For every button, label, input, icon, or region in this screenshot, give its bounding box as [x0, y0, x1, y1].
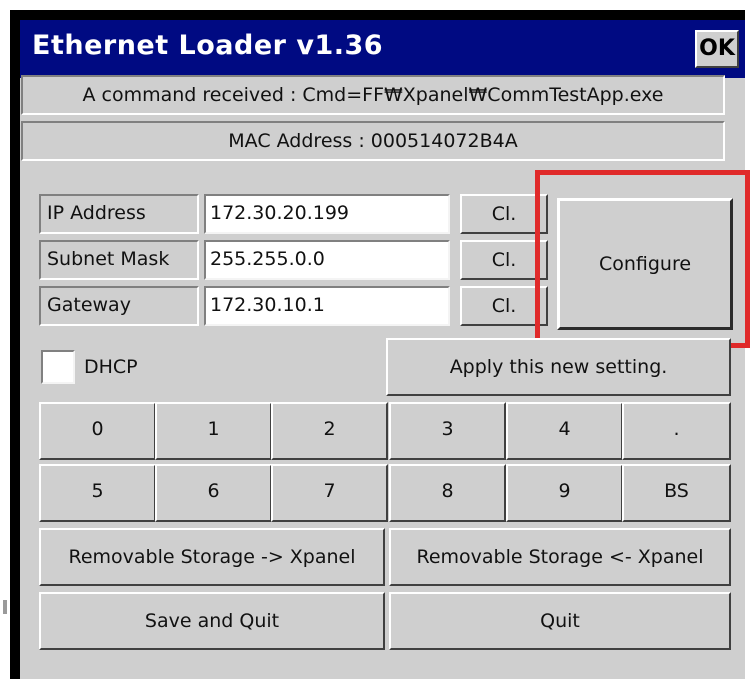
key-2[interactable]: 2	[271, 402, 388, 460]
gateway-field[interactable]: 172.30.10.1	[204, 286, 450, 326]
quit-button[interactable]: Quit	[389, 592, 731, 650]
dhcp-checkbox[interactable]	[41, 350, 75, 384]
ip-address-field[interactable]: 172.30.20.199	[204, 194, 450, 234]
key-6[interactable]: 6	[155, 464, 272, 522]
storage-from-xpanel-button[interactable]: Removable Storage <- Xpanel	[389, 528, 731, 586]
gateway-label: Gateway	[39, 286, 199, 326]
mac-address-display: MAC Address : 000514072B4A	[21, 121, 725, 161]
key-7[interactable]: 7	[271, 464, 388, 522]
key-dot[interactable]: .	[622, 402, 731, 460]
title-bar: Ethernet Loader v1.36 OK	[20, 20, 745, 78]
dhcp-label: DHCP	[84, 356, 138, 378]
key-1[interactable]: 1	[155, 402, 272, 460]
key-3[interactable]: 3	[389, 402, 506, 460]
subnet-mask-field[interactable]: 255.255.0.0	[204, 240, 450, 280]
key-backspace[interactable]: BS	[622, 464, 731, 522]
key-0[interactable]: 0	[39, 402, 156, 460]
key-5[interactable]: 5	[39, 464, 156, 522]
key-4[interactable]: 4	[506, 402, 623, 460]
subnet-mask-label: Subnet Mask	[39, 240, 199, 280]
ok-button[interactable]: OK	[695, 30, 739, 68]
save-and-quit-button[interactable]: Save and Quit	[39, 592, 385, 650]
storage-to-xpanel-button[interactable]: Removable Storage -> Xpanel	[39, 528, 385, 586]
highlight-box	[535, 170, 750, 348]
ip-address-label: IP Address	[39, 194, 199, 234]
window-title: Ethernet Loader v1.36	[32, 30, 384, 61]
status-message: A command received : Cmd=FF₩Xpanel₩CommT…	[21, 75, 725, 115]
key-9[interactable]: 9	[506, 464, 623, 522]
key-8[interactable]: 8	[389, 464, 506, 522]
apply-setting-button[interactable]: Apply this new setting.	[386, 338, 731, 396]
edge-mark	[3, 600, 7, 614]
